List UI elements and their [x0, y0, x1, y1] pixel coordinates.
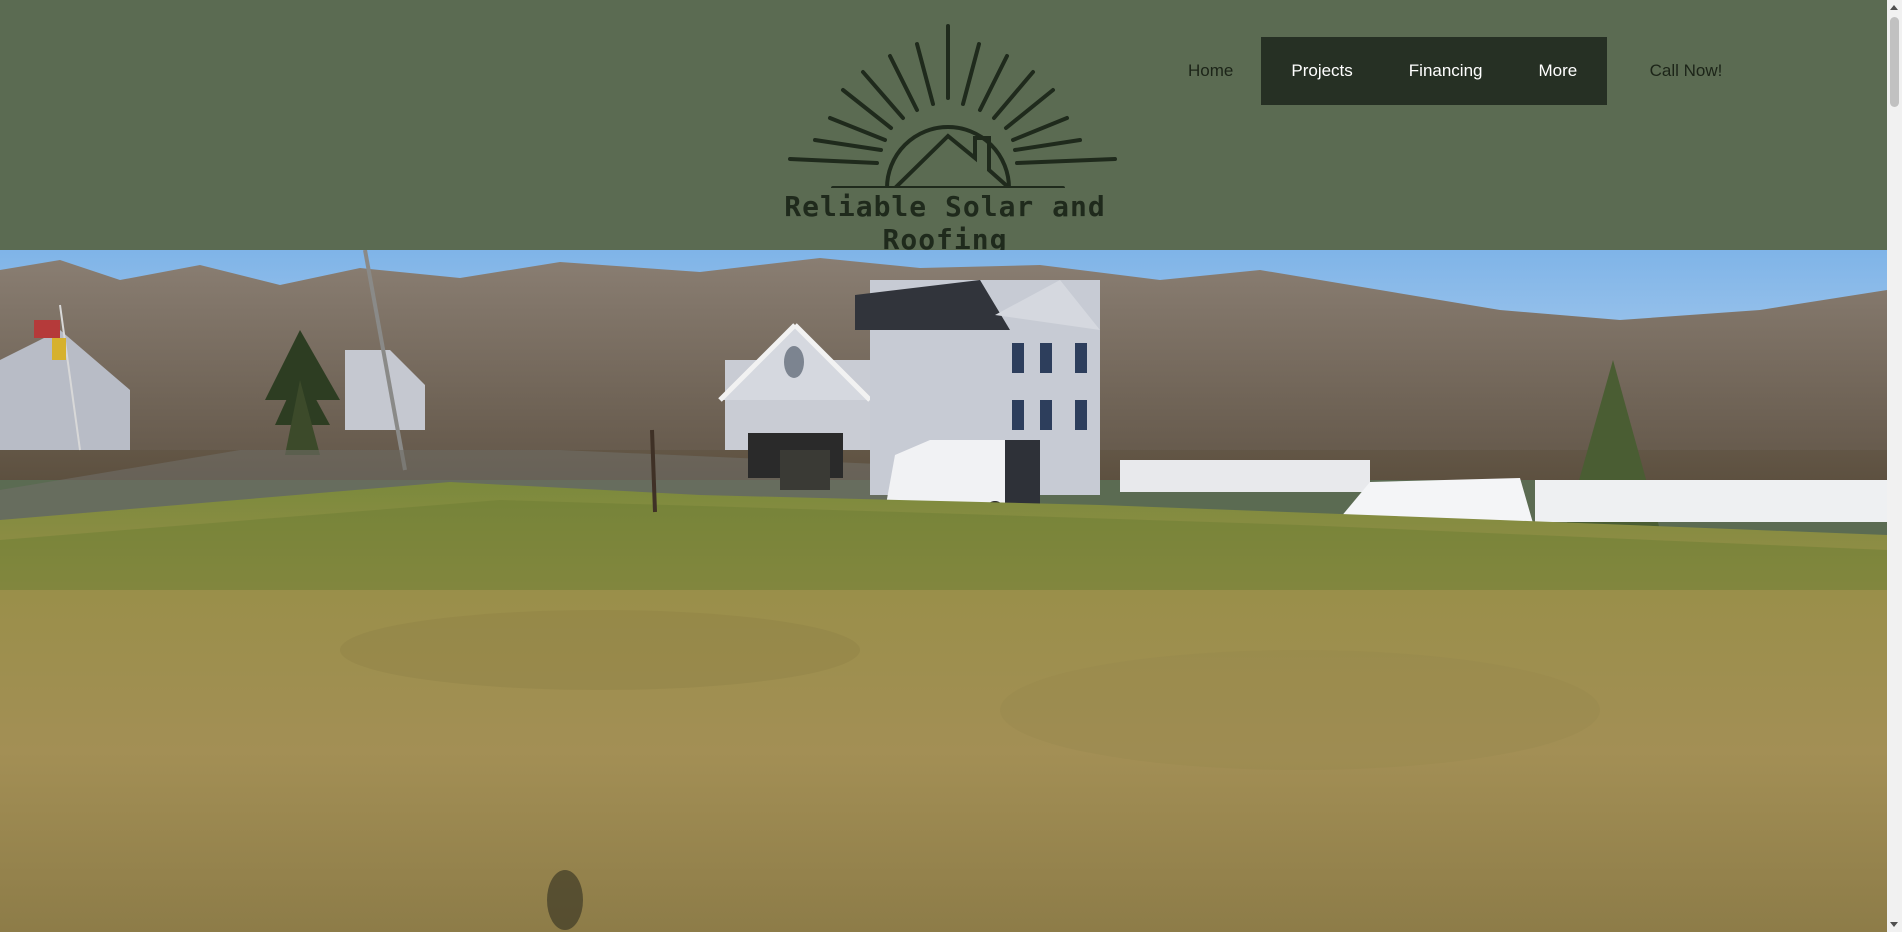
scrollbar-thumb[interactable]	[1890, 17, 1899, 107]
nav-item-home[interactable]: Home	[1160, 37, 1261, 105]
nav-item-financing[interactable]: Financing	[1380, 37, 1511, 105]
brand-name: Reliable Solar and Roofing	[784, 190, 1106, 256]
page-scrollbar[interactable]	[1887, 0, 1902, 932]
hero-photo	[0, 250, 1887, 932]
main-nav: Home Projects Financing More	[1160, 37, 1608, 105]
site-logo[interactable]: Reliable Solar and Roofing	[745, 18, 1145, 256]
nav-group-active: Projects Financing More	[1261, 37, 1608, 105]
hero-image	[0, 250, 1887, 932]
page: Reliable Solar and Roofing Home Projects…	[0, 0, 1902, 932]
call-now-button[interactable]: Call Now!	[1626, 37, 1746, 105]
scroll-down-icon[interactable]	[1890, 922, 1898, 927]
scroll-up-icon[interactable]	[1890, 5, 1898, 10]
nav-item-projects[interactable]: Projects	[1263, 37, 1381, 105]
nav-item-more[interactable]: More	[1510, 37, 1606, 105]
site-header: Reliable Solar and Roofing Home Projects…	[0, 0, 1887, 256]
sun-with-house-roof-icon	[788, 24, 1117, 188]
